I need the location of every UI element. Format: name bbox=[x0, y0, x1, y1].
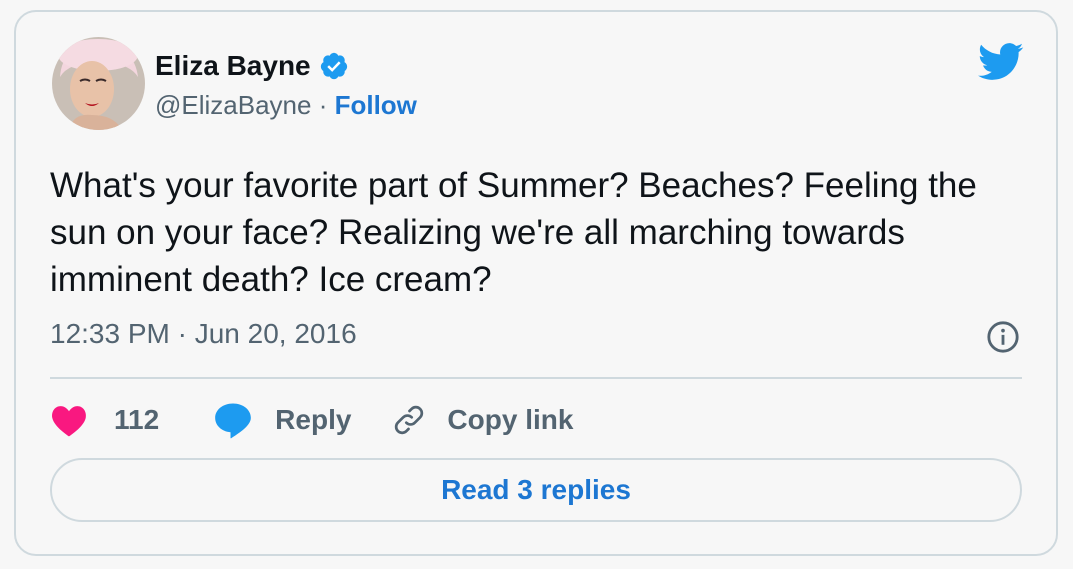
heart-icon bbox=[52, 406, 86, 437]
author-row: Eliza Bayne bbox=[155, 50, 349, 82]
copy-link-label: Copy link bbox=[447, 404, 574, 435]
avatar-image bbox=[52, 37, 145, 130]
speech-bubble-icon bbox=[215, 403, 252, 439]
handle-row: @ElizaBayne · Follow bbox=[155, 90, 417, 121]
verified-badge-icon bbox=[320, 52, 347, 80]
follow-link[interactable]: Follow bbox=[335, 90, 417, 121]
info-icon[interactable] bbox=[986, 320, 1020, 354]
read-replies-button[interactable]: Read 3 replies bbox=[50, 458, 1022, 522]
handle-separator: · bbox=[311, 90, 335, 120]
copy-link-button[interactable]: Copy link bbox=[391, 402, 573, 438]
like-button[interactable]: 112 bbox=[50, 403, 159, 437]
divider bbox=[50, 377, 1022, 379]
action-bar: 112 Reply Copy link bbox=[50, 398, 573, 442]
tweet-text: What's your favorite part of Summer? Bea… bbox=[50, 166, 977, 299]
reply-button[interactable]: Reply bbox=[213, 401, 351, 439]
avatar[interactable] bbox=[52, 37, 145, 130]
author-handle[interactable]: @ElizaBayne bbox=[155, 90, 311, 121]
tweet-timestamp[interactable]: 12:33 PM · Jun 20, 2016 bbox=[50, 318, 357, 350]
tweet-card: Eliza Bayne @ElizaBayne · Follow What's … bbox=[14, 10, 1058, 556]
like-count: 112 bbox=[114, 404, 160, 435]
reply-label: Reply bbox=[275, 404, 352, 435]
twitter-bird-icon[interactable] bbox=[978, 42, 1024, 82]
author-name[interactable]: Eliza Bayne bbox=[155, 50, 311, 82]
link-icon bbox=[395, 405, 424, 435]
